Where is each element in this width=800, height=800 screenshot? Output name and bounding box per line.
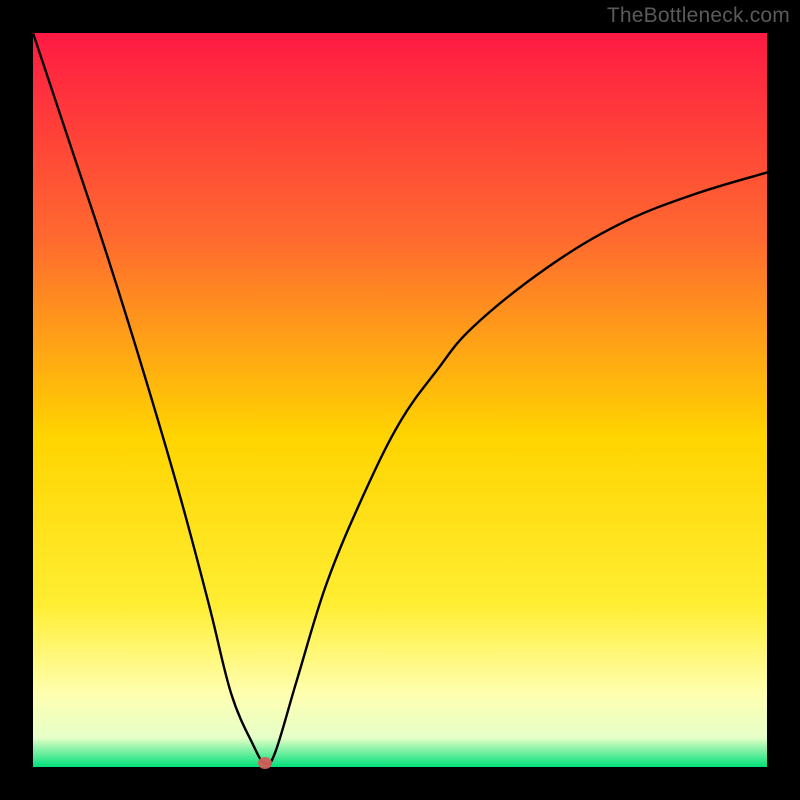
watermark-text: TheBottleneck.com [607,4,790,28]
minimum-marker [258,757,272,769]
chart-canvas [0,0,800,800]
plot-area [33,33,767,767]
chart-frame: TheBottleneck.com [0,0,800,800]
